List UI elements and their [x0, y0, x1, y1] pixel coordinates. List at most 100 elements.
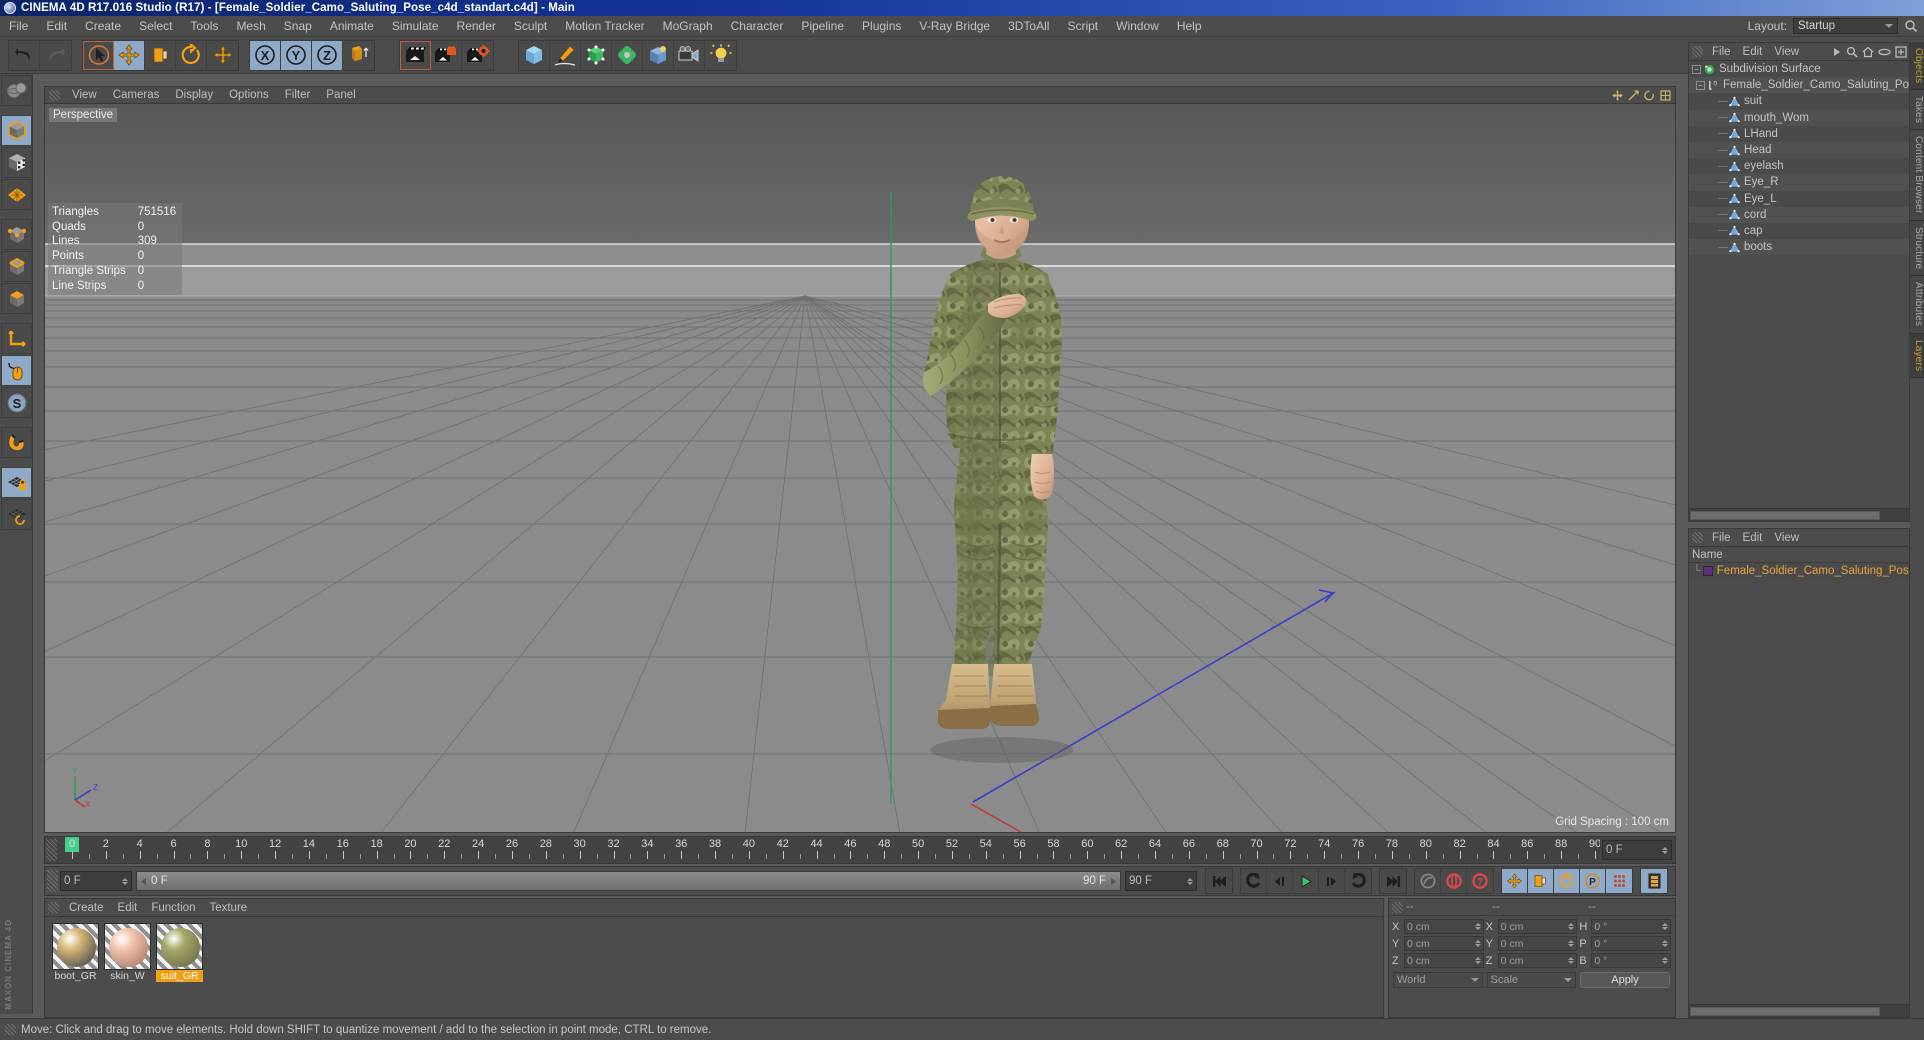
viewport-menu-view[interactable]: View: [64, 87, 105, 104]
layer-color-swatch[interactable]: [1702, 566, 1713, 576]
points-mode-button[interactable]: [1, 219, 32, 250]
expand-toggle-icon[interactable]: −: [1692, 64, 1701, 74]
object-tree-row[interactable]: − Subdivision Surface: [1689, 61, 1909, 78]
position-field-X[interactable]: 0 cm: [1404, 919, 1484, 934]
object-tree-row[interactable]: — boots: [1689, 239, 1909, 256]
object-axis-button[interactable]: [1, 283, 32, 314]
eye-icon[interactable]: [1878, 47, 1891, 57]
menu-item-sculpt[interactable]: Sculpt: [505, 16, 556, 37]
object-tree-row[interactable]: — suit: [1689, 93, 1909, 110]
viewport-menu-options[interactable]: Options: [221, 87, 277, 104]
menu-item-plugins[interactable]: Plugins: [853, 16, 910, 37]
rotation-key-button[interactable]: [1554, 869, 1580, 893]
scale-tool-button[interactable]: [145, 40, 176, 70]
size-field-X[interactable]: 0 cm: [1497, 919, 1578, 934]
menu-item-mesh[interactable]: Mesh: [227, 16, 274, 37]
panel-grip-icon[interactable]: [47, 870, 58, 892]
texture-mode-button[interactable]: [1, 147, 32, 178]
object-tree-row[interactable]: − 0 Female_Soldier_Camo_Saluting_Po: [1689, 77, 1909, 94]
spinner-icon[interactable]: [1661, 923, 1668, 930]
menu-item-create[interactable]: Create: [76, 16, 130, 37]
menu-item-select[interactable]: Select: [130, 16, 181, 37]
dock-tab-takes[interactable]: Takes: [1910, 90, 1924, 131]
material-preview[interactable]: [156, 923, 203, 970]
move-alt-tool-button[interactable]: [207, 41, 238, 70]
soldier-3d-model[interactable]: [842, 104, 1162, 804]
menu-item-pipeline[interactable]: Pipeline: [792, 16, 853, 37]
edges-mode-button[interactable]: [1, 251, 32, 282]
scrollbar-thumb[interactable]: [1690, 1007, 1880, 1016]
apply-button[interactable]: Apply: [1580, 972, 1670, 988]
go-to-start-button[interactable]: [1206, 869, 1232, 893]
new-tab-icon[interactable]: [1895, 45, 1907, 58]
render-view-button[interactable]: [400, 40, 431, 70]
range-end-handle-icon[interactable]: [1109, 877, 1118, 886]
layout-dropdown[interactable]: Startup: [1793, 18, 1898, 34]
workplane-rotate-button[interactable]: [1, 499, 32, 530]
object-tree[interactable]: − Subdivision Surface − 0 Female_Soldier_C…: [1689, 61, 1909, 507]
menu-item-window[interactable]: Window: [1107, 16, 1168, 37]
menu-item-file[interactable]: File: [0, 16, 37, 37]
position-field-Z[interactable]: 0 cm: [1404, 953, 1484, 968]
step-back-button[interactable]: [1267, 869, 1293, 893]
dock-tab-content-browser[interactable]: Content Browser: [1910, 130, 1924, 221]
menu-item-render[interactable]: Render: [448, 16, 505, 37]
menu-item-motion-tracker[interactable]: Motion Tracker: [556, 16, 653, 37]
layer-row[interactable]: └ Female_Soldier_Camo_Saluting_Pos: [1689, 563, 1909, 579]
material-menu-edit[interactable]: Edit: [111, 899, 145, 917]
scrollbar-thumb[interactable]: [1690, 511, 1880, 520]
spinner-icon[interactable]: [1568, 957, 1575, 964]
point-level-animation-button[interactable]: [1606, 869, 1632, 893]
keyframe-selection-button[interactable]: ?: [1467, 869, 1493, 893]
texture-axis-mode-button[interactable]: [1, 75, 32, 106]
coordinate-mode-dropdown[interactable]: Scale: [1486, 972, 1576, 988]
rotate-tool-button[interactable]: [176, 40, 207, 70]
object-tree-row[interactable]: — cord: [1689, 206, 1909, 223]
menu-item-v-ray-bridge[interactable]: V-Ray Bridge: [910, 16, 999, 37]
maximize-view-icon[interactable]: [1660, 89, 1671, 101]
home-icon[interactable]: [1862, 46, 1874, 58]
material-menu-function[interactable]: Function: [144, 899, 202, 917]
position-key-button[interactable]: [1502, 869, 1528, 893]
material-item[interactable]: skin_W: [104, 923, 151, 982]
add-camera-button[interactable]: [674, 40, 705, 70]
spinner-icon[interactable]: [122, 877, 128, 885]
record-active-objects-button[interactable]: [1441, 869, 1467, 893]
search-icon[interactable]: [1846, 46, 1858, 58]
add-light-button[interactable]: [705, 41, 736, 70]
max-frame-field[interactable]: 90 F: [1125, 871, 1197, 891]
material-menu-texture[interactable]: Texture: [202, 899, 254, 917]
world-object-axis-button[interactable]: [343, 41, 374, 70]
menu-item-mograph[interactable]: MoGraph: [654, 16, 722, 37]
viewport-menu-filter[interactable]: Filter: [277, 87, 319, 104]
material-preview[interactable]: [52, 923, 99, 970]
add-cube-button[interactable]: [519, 40, 550, 70]
rotate-view-icon[interactable]: [1644, 90, 1655, 101]
rotation-field-B[interactable]: 0 °: [1591, 953, 1671, 968]
autokeying-button[interactable]: [1415, 869, 1441, 893]
timeline-frame-field[interactable]: 0 F: [1602, 840, 1672, 860]
parameter-key-button[interactable]: P: [1580, 869, 1606, 893]
panel-grip-icon[interactable]: [46, 839, 57, 861]
object-tree-row[interactable]: — Eye_R: [1689, 174, 1909, 191]
dock-tab-layers[interactable]: Layers: [1910, 333, 1924, 378]
add-scene-object-button[interactable]: [643, 40, 674, 70]
coordinate-system-dropdown[interactable]: World: [1393, 972, 1483, 988]
panel-grip-icon[interactable]: [49, 89, 60, 101]
redo-button[interactable]: [40, 41, 71, 70]
go-to-end-button[interactable]: [1380, 869, 1406, 893]
render-settings-button[interactable]: [462, 41, 493, 70]
size-field-Z[interactable]: 0 cm: [1497, 953, 1578, 968]
spinner-icon[interactable]: [1568, 923, 1575, 930]
object-tree-row[interactable]: — Eye_L: [1689, 190, 1909, 207]
spinner-icon[interactable]: [1661, 940, 1668, 947]
layer-manager-menu-file[interactable]: File: [1706, 529, 1737, 547]
timeline-ruler[interactable]: 0 2 4 6 8 10 12 14 16 18 20 22 24 26 28 30 32 34 36 38 40 42 4…: [58, 837, 1600, 863]
next-key-button[interactable]: [1345, 869, 1371, 893]
snap-button[interactable]: S: [1, 387, 32, 418]
menu-item-script[interactable]: Script: [1058, 16, 1107, 37]
object-tree-row[interactable]: — LHand: [1689, 125, 1909, 142]
menu-item-simulate[interactable]: Simulate: [383, 16, 448, 37]
render-to-picture-viewer-button[interactable]: [431, 40, 462, 70]
material-item[interactable]: suit_GR: [156, 923, 203, 982]
